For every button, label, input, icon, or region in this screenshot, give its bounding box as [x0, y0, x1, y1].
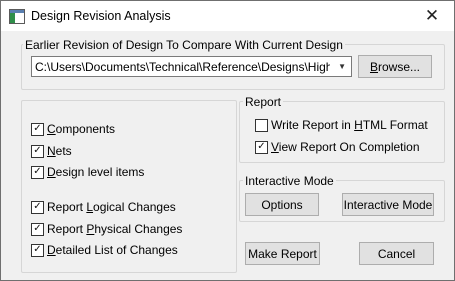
revision-path-value: C:\Users\Documents\Technical\Reference\D… [35, 60, 330, 74]
design-level-checkbox[interactable]: ✓ Design level items [31, 165, 144, 179]
logical-changes-label: Report Logical Changes [47, 200, 176, 214]
checkbox-empty-icon [255, 118, 268, 132]
title-bar: Design Revision Analysis ✕ [1, 1, 454, 31]
dropdown-arrow-icon[interactable]: ▼ [338, 62, 346, 71]
window-title: Design Revision Analysis [31, 9, 171, 23]
cancel-button[interactable]: Cancel [359, 242, 434, 265]
physical-changes-checkbox[interactable]: ✓ Report Physical Changes [31, 222, 182, 236]
physical-changes-label: Report Physical Changes [47, 222, 183, 236]
options-button[interactable]: Options [245, 193, 319, 216]
view-on-completion-checkbox[interactable]: ✓ View Report On Completion [255, 140, 420, 154]
checkmark-icon: ✓ [31, 200, 44, 214]
checkmark-icon: ✓ [31, 144, 44, 158]
interactive-mode-button-label: Interactive Mode [343, 197, 433, 212]
detailed-list-checkbox[interactable]: ✓ Detailed List of Changes [31, 243, 178, 257]
logical-changes-checkbox[interactable]: ✓ Report Logical Changes [31, 200, 176, 214]
browse-button[interactable]: Browse... [358, 55, 432, 78]
browse-button-label: Browse... [369, 59, 421, 74]
cancel-button-label: Cancel [377, 246, 416, 261]
detailed-list-label: Detailed List of Changes [47, 243, 178, 257]
nets-label: Nets [47, 144, 72, 158]
compare-group-label: Earlier Revision of Design To Compare Wi… [23, 38, 345, 52]
checkmark-icon: ✓ [31, 165, 44, 179]
nets-checkbox[interactable]: ✓ Nets [31, 144, 72, 158]
revision-path-combo[interactable]: C:\Users\Documents\Technical\Reference\D… [31, 56, 352, 77]
html-format-checkbox[interactable]: Write Report in HTML Format [255, 118, 428, 132]
components-checkbox[interactable]: ✓ Components [31, 122, 115, 136]
make-report-button-label: Make Report [248, 246, 317, 261]
components-label: Components [47, 122, 116, 136]
design-level-label: Design level items [47, 165, 145, 179]
checkmark-icon: ✓ [31, 222, 44, 236]
checkmark-icon: ✓ [31, 243, 44, 257]
close-icon: ✕ [424, 6, 440, 25]
html-format-label: Write Report in HTML Format [271, 118, 428, 132]
interactive-group-label: Interactive Mode [243, 174, 336, 188]
app-icon [9, 9, 25, 24]
interactive-mode-button[interactable]: Interactive Mode [342, 193, 434, 216]
make-report-button[interactable]: Make Report [245, 242, 320, 265]
options-button-label: Options [261, 197, 303, 212]
dialog-window: Design Revision Analysis ✕ Earlier Revis… [0, 0, 455, 281]
checkmark-icon: ✓ [31, 122, 44, 136]
view-on-completion-label: View Report On Completion [271, 140, 420, 154]
checkmark-icon: ✓ [255, 140, 268, 154]
report-group-label: Report [243, 95, 284, 109]
close-button[interactable]: ✕ [410, 1, 454, 31]
